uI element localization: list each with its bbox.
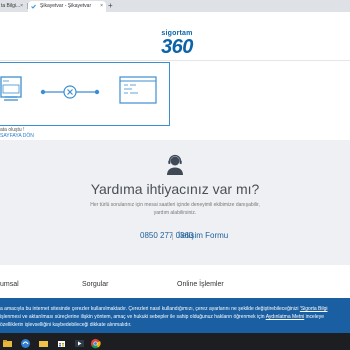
edge-icon[interactable] [20,336,31,348]
footer-nav [0,265,350,298]
back-to-page-link[interactable]: SAYFAYA DÖN [0,133,34,139]
footer-nav-item-kurumsal[interactable]: umsal [0,280,19,289]
contact-form-link[interactable]: İletişim Formu [178,230,228,242]
screen: ta Bilgi... × Şikayetvar - Şikayetvar × … [0,0,350,350]
footer-nav-item-sorgular[interactable]: Sorgular [82,280,108,289]
sikayetvar-favicon-icon [31,4,36,9]
close-icon[interactable]: × [20,1,23,12]
cookie-line-2-end: inceleye [304,314,324,320]
cookie-policy-link[interactable]: 'Sigorta Bilgi [300,306,328,312]
os-taskbar [0,333,350,350]
file-explorer-icon[interactable] [2,336,13,347]
disconnected-computers-icon [0,76,157,104]
cookie-line-3: özelliklerin işlevselliğini kaybedebilec… [0,322,132,328]
header-divider [0,60,350,61]
chrome-icon[interactable] [90,336,101,349]
tab-label: ta Bilgi... [1,3,21,9]
aydinlatma-metni-link[interactable]: Aydınlatma Metni [266,314,305,320]
store-icon[interactable] [56,336,67,347]
browser-tab-sigorta[interactable]: ta Bilgi... × [0,1,26,12]
site-logo[interactable]: sigortam 360 [152,30,202,58]
close-icon[interactable]: × [100,1,103,12]
cookie-line-1: a amacıyla bu internet sitesinde çerezle… [0,306,300,312]
media-icon[interactable] [74,336,85,347]
help-title: Yardıma ihtiyacınız var mı? [90,181,260,197]
tab-label: Şikayetvar - Şikayetvar [40,3,92,9]
contact-separator [172,232,173,240]
new-tab-button[interactable]: + [108,0,113,12]
support-agent-icon [167,154,183,175]
help-description: Her türlü sorularınız için mesai saatler… [90,202,260,216]
cookie-line-2: işlenmesi ve aktarılması süreçlerine ili… [0,314,266,320]
browser-tab-sikayetvar[interactable]: Şikayetvar - Şikayetvar × [28,1,106,12]
logo-number: 360 [161,36,193,58]
footer-nav-item-online-islemler[interactable]: Online İşlemler [177,280,224,289]
folder-icon[interactable] [38,336,49,347]
error-illustration [0,62,170,126]
cookie-text: a amacıyla bu internet sitesinde çerezle… [0,305,350,329]
browser-tab-strip: ta Bilgi... × Şikayetvar - Şikayetvar × … [0,0,350,12]
